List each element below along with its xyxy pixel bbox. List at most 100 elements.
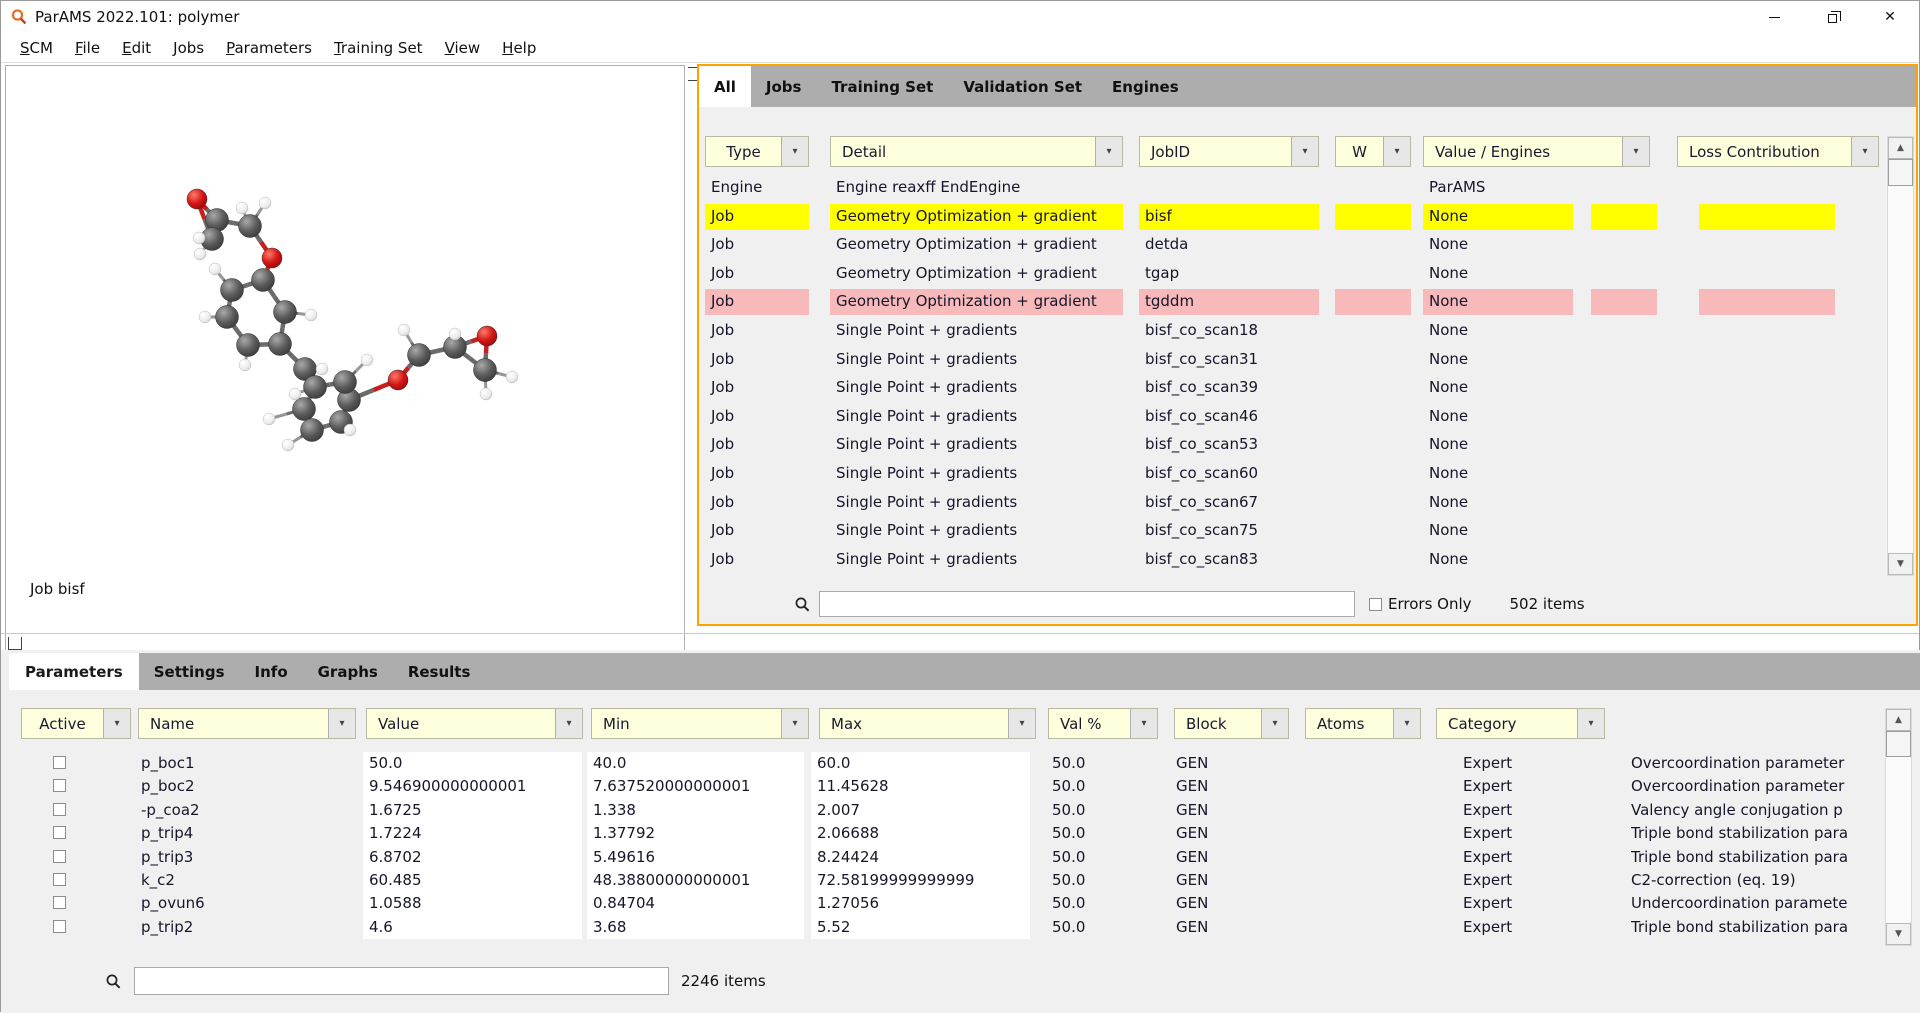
table-row[interactable]: Job Single Point + gradients bisf_co_sca… xyxy=(699,546,1885,575)
chevron-down-icon[interactable]: ▾ xyxy=(1130,709,1157,738)
chevron-down-icon[interactable]: ▾ xyxy=(1095,137,1122,166)
column-header-value-engines[interactable]: Value / Engines ▾ xyxy=(1423,136,1650,167)
menu-jobs[interactable]: Jobs xyxy=(162,39,215,57)
chevron-down-icon[interactable]: ▾ xyxy=(1383,137,1410,166)
scroll-up-button[interactable]: ▲ xyxy=(1886,709,1911,731)
chevron-down-icon[interactable]: ▾ xyxy=(1622,137,1649,166)
menu-parameters[interactable]: Parameters xyxy=(215,39,323,57)
table-row[interactable]: -p_coa2 1.6725 1.338 2.007 50.0 GEN Expe… xyxy=(1,799,1885,822)
table-row[interactable]: Job Single Point + gradients bisf_co_sca… xyxy=(699,346,1885,375)
column-header-loss-contribution[interactable]: Loss Contribution ▾ xyxy=(1677,136,1879,167)
table-scrollbar[interactable]: ▲ ▼ xyxy=(1887,136,1914,576)
table-row[interactable]: p_boc2 9.546900000000001 7.6375200000000… xyxy=(1,775,1885,798)
column-header-type[interactable]: Type ▾ xyxy=(705,136,809,167)
window-title: ParAMS 2022.101: polymer xyxy=(35,8,239,26)
parameters-search-input[interactable] xyxy=(134,967,669,995)
active-checkbox[interactable] xyxy=(53,850,66,863)
scrollbar-thumb[interactable] xyxy=(1888,159,1913,186)
horizontal-splitter-handle[interactable] xyxy=(8,637,22,650)
tab-training-set[interactable]: Training Set xyxy=(816,66,948,107)
table-row[interactable]: Job Single Point + gradients bisf_co_sca… xyxy=(699,431,1885,460)
column-header-valpct[interactable]: Val % ▾ xyxy=(1048,708,1158,739)
tab-graphs[interactable]: Graphs xyxy=(303,653,393,690)
scrollbar-thumb[interactable] xyxy=(1886,731,1911,757)
chevron-down-icon[interactable]: ▾ xyxy=(1577,709,1604,738)
tab-info[interactable]: Info xyxy=(240,653,303,690)
parameters-items-count: 2246 items xyxy=(681,972,766,990)
menu-view[interactable]: View xyxy=(434,39,492,57)
tab-settings[interactable]: Settings xyxy=(139,653,240,690)
table-row[interactable]: p_trip3 6.8702 5.49616 8.24424 50.0 GEN … xyxy=(1,846,1885,869)
table-row[interactable]: p_boc1 50.0 40.0 60.0 50.0 GEN Expert Ov… xyxy=(1,752,1885,775)
minimize-button[interactable] xyxy=(1745,1,1803,33)
column-header-active[interactable]: Active ▾ xyxy=(21,708,131,739)
tab-parameters[interactable]: Parameters xyxy=(9,653,139,690)
table-row[interactable]: Engine Engine reaxff EndEngine ParAMS xyxy=(699,174,1885,203)
chevron-down-icon[interactable]: ▾ xyxy=(328,709,355,738)
table-row[interactable]: Job Single Point + gradients bisf_co_sca… xyxy=(699,517,1885,546)
tab-validation-set[interactable]: Validation Set xyxy=(948,66,1097,107)
table-row[interactable]: Job Geometry Optimization + gradient det… xyxy=(699,231,1885,260)
menu-file[interactable]: File xyxy=(64,39,111,57)
errors-only-checkbox[interactable] xyxy=(1369,598,1382,611)
tab-results[interactable]: Results xyxy=(393,653,486,690)
table-row[interactable]: Job Geometry Optimization + gradient tgd… xyxy=(699,288,1885,317)
chevron-down-icon[interactable]: ▾ xyxy=(1261,709,1288,738)
chevron-down-icon[interactable]: ▾ xyxy=(1393,709,1420,738)
tab-jobs[interactable]: Jobs xyxy=(751,66,817,107)
chevron-down-icon[interactable]: ▾ xyxy=(1008,709,1035,738)
table-row[interactable]: Job Single Point + gradients bisf_co_sca… xyxy=(699,489,1885,518)
tab-all[interactable]: All xyxy=(699,66,751,107)
active-checkbox[interactable] xyxy=(53,826,66,839)
chevron-down-icon[interactable]: ▾ xyxy=(1291,137,1318,166)
close-button[interactable]: ✕ xyxy=(1861,1,1919,33)
chevron-down-icon[interactable]: ▾ xyxy=(781,709,808,738)
search-input[interactable] xyxy=(819,591,1355,617)
restore-icon xyxy=(1828,14,1837,23)
column-header-max[interactable]: Max ▾ xyxy=(819,708,1036,739)
scroll-up-button[interactable]: ▲ xyxy=(1888,137,1913,159)
column-header-category[interactable]: Category ▾ xyxy=(1436,708,1605,739)
menu-training-set[interactable]: Training Set xyxy=(323,39,434,57)
parameters-scrollbar[interactable]: ▲ ▼ xyxy=(1885,708,1912,946)
table-row[interactable]: Job Single Point + gradients bisf_co_sca… xyxy=(699,374,1885,403)
table-row[interactable]: p_trip4 1.7224 1.37792 2.06688 50.0 GEN … xyxy=(1,822,1885,845)
column-header-jobid[interactable]: JobID ▾ xyxy=(1139,136,1319,167)
column-header-block[interactable]: Block ▾ xyxy=(1174,708,1289,739)
molecule-3d-view[interactable] xyxy=(6,66,684,661)
active-checkbox[interactable] xyxy=(53,779,66,792)
column-header-name[interactable]: Name ▾ xyxy=(138,708,356,739)
column-header-w[interactable]: W ▾ xyxy=(1335,136,1411,167)
chevron-down-icon[interactable]: ▾ xyxy=(1851,137,1878,166)
restore-button[interactable] xyxy=(1803,1,1861,33)
table-row[interactable]: Job Single Point + gradients bisf_co_sca… xyxy=(699,403,1885,432)
viewer-caption: Job bisf xyxy=(30,580,85,598)
column-header-atoms[interactable]: Atoms ▾ xyxy=(1305,708,1421,739)
table-row[interactable]: Job Single Point + gradients bisf_co_sca… xyxy=(699,460,1885,489)
active-checkbox[interactable] xyxy=(53,756,66,769)
active-checkbox[interactable] xyxy=(53,920,66,933)
table-row[interactable]: Job Geometry Optimization + gradient tga… xyxy=(699,260,1885,289)
table-row[interactable]: Job Single Point + gradients bisf_co_sca… xyxy=(699,317,1885,346)
column-header-detail[interactable]: Detail ▾ xyxy=(830,136,1123,167)
menu-help[interactable]: Help xyxy=(491,39,547,57)
table-row[interactable]: p_trip2 4.6 3.68 5.52 50.0 GEN Expert Tr… xyxy=(1,916,1885,939)
chevron-down-icon[interactable]: ▾ xyxy=(103,709,130,738)
horizontal-splitter[interactable] xyxy=(1,633,1919,634)
scroll-down-button[interactable]: ▼ xyxy=(1888,553,1913,575)
column-header-min[interactable]: Min ▾ xyxy=(591,708,809,739)
active-checkbox[interactable] xyxy=(53,873,66,886)
menu-edit[interactable]: Edit xyxy=(111,39,162,57)
chevron-down-icon[interactable]: ▾ xyxy=(555,709,582,738)
chevron-down-icon[interactable]: ▾ xyxy=(781,137,808,166)
active-checkbox[interactable] xyxy=(53,803,66,816)
column-header-value[interactable]: Value ▾ xyxy=(366,708,583,739)
menu-scm[interactable]: SCM xyxy=(9,39,64,57)
active-checkbox[interactable] xyxy=(53,896,66,909)
scroll-down-button[interactable]: ▼ xyxy=(1886,923,1911,945)
table-row[interactable]: Job Geometry Optimization + gradient bis… xyxy=(699,203,1885,232)
molecule-viewer-panel[interactable]: Job bisf xyxy=(5,65,685,662)
tab-engines[interactable]: Engines xyxy=(1097,66,1194,107)
table-row[interactable]: p_ovun6 1.0588 0.84704 1.27056 50.0 GEN … xyxy=(1,892,1885,915)
table-row[interactable]: k_c2 60.485 48.38800000000001 72.5819999… xyxy=(1,869,1885,892)
